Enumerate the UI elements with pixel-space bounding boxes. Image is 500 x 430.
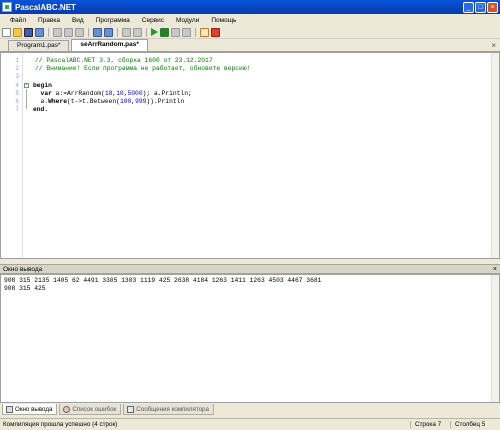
copy-icon[interactable] xyxy=(64,27,73,37)
menu-edit[interactable]: Правка xyxy=(32,17,66,24)
tab-label: Сообщения компилятора xyxy=(136,405,209,413)
status-column: Столбец 5 xyxy=(450,421,490,428)
editor-scrollbar[interactable] xyxy=(491,53,499,258)
run-icon[interactable] xyxy=(151,28,158,36)
redo-icon[interactable] xyxy=(104,27,113,37)
toolbar-separator xyxy=(146,27,147,37)
code-line: // PascalABC.NET 3.3, сборка 1600 от 23.… xyxy=(35,57,213,64)
status-line: Строка 7 xyxy=(410,421,450,428)
output-title: Окно вывода xyxy=(3,265,43,273)
keyword: Where xyxy=(48,98,68,105)
fold-line xyxy=(26,89,27,109)
new-file-icon[interactable] xyxy=(2,27,11,37)
menu-service[interactable]: Сервис xyxy=(136,17,170,24)
tab-compiler-messages[interactable]: Сообщения компилятора xyxy=(123,404,214,415)
toolbar-separator xyxy=(88,27,89,37)
tab-output-window[interactable]: Окно вывода xyxy=(2,404,58,415)
debug-run-icon[interactable] xyxy=(160,27,169,37)
toolbar-separator xyxy=(117,27,118,37)
keyword: var xyxy=(33,90,52,97)
tab-searrrandom[interactable]: seArrRandom.pas* xyxy=(71,39,148,51)
save-icon[interactable] xyxy=(24,27,33,37)
menu-file[interactable]: Файл xyxy=(4,17,32,24)
error-icon xyxy=(63,405,71,413)
paste-icon[interactable] xyxy=(75,27,84,37)
toolbar-separator xyxy=(48,27,49,37)
undo-icon[interactable] xyxy=(93,27,102,37)
tab-program1[interactable]: Program1.pas* xyxy=(8,40,70,51)
code-token: (t->t.Between( xyxy=(67,98,120,105)
status-bar: Компиляция прошла успешно (4 строк) Стро… xyxy=(0,418,500,430)
output-header: Окно вывода × xyxy=(0,264,500,274)
code-line: end. xyxy=(33,106,49,113)
number-literal: 100 xyxy=(119,98,132,105)
tab-error-list[interactable]: Список ошибок xyxy=(59,404,122,415)
output-window-toggle-icon[interactable] xyxy=(200,27,209,37)
code-token: a:=ArrRandom( xyxy=(51,90,105,97)
toolbar-separator xyxy=(195,27,196,37)
output-line: 908 315 2135 1405 62 4491 3305 1303 1119… xyxy=(4,277,322,284)
close-tab-icon[interactable]: × xyxy=(491,41,496,50)
code-editor[interactable]: 1 2 3 4 5 6 7 - // PascalABC.NET 3.3, сб… xyxy=(0,52,500,259)
message-icon xyxy=(127,405,135,413)
fold-toggle-icon[interactable]: - xyxy=(24,83,29,88)
close-window-button[interactable]: × xyxy=(487,1,498,13)
line-number-gutter: 1 2 3 4 5 6 7 xyxy=(1,53,23,258)
line-number: 5 xyxy=(15,90,19,97)
tab-label: Окно вывода xyxy=(15,405,53,413)
code-token: a. xyxy=(33,98,49,105)
line-number: 2 xyxy=(15,65,19,72)
menu-modules[interactable]: Модули xyxy=(170,17,205,24)
code-token: )).Println xyxy=(146,98,185,105)
window-controls: _ □ × xyxy=(463,1,498,13)
close-output-icon[interactable]: × xyxy=(493,266,497,273)
save-all-icon[interactable] xyxy=(35,27,44,37)
number-literal: 999 xyxy=(135,98,147,105)
toolbar xyxy=(0,26,500,39)
code-line: // Внимание! Если программа не работает,… xyxy=(35,65,251,72)
number-literal: 10 xyxy=(116,90,124,97)
menu-help[interactable]: Помощь xyxy=(205,17,242,24)
code-line: a.Where(t->t.Between(100,999)).Println xyxy=(33,98,185,105)
window-title: PascalABC.NET xyxy=(15,2,76,12)
title-bar: PascalABC.NET _ □ × xyxy=(0,0,500,14)
line-number: 1 xyxy=(15,57,19,64)
file-tabs: Program1.pas* seArrRandom.pas* × xyxy=(0,39,500,52)
line-number: 4 xyxy=(15,82,19,89)
cut-icon[interactable] xyxy=(53,27,62,37)
compile-icon[interactable] xyxy=(133,27,142,37)
output-icon xyxy=(6,405,13,413)
menu-view[interactable]: Вид xyxy=(66,17,90,24)
line-number: 7 xyxy=(15,106,19,113)
tab-label: Список ошибок xyxy=(72,405,117,413)
menu-bar: Файл Правка Вид Программа Сервис Модули … xyxy=(0,14,500,26)
status-message: Компиляция прошла успешно (4 строк) xyxy=(3,421,118,428)
code-token: ); a.Println; xyxy=(142,90,192,97)
app-icon xyxy=(2,2,12,12)
line-number: 3 xyxy=(15,73,19,80)
maximize-button[interactable]: □ xyxy=(475,1,486,13)
minimize-button[interactable]: _ xyxy=(463,1,474,13)
bottom-panel-tabs: Окно вывода Список ошибок Сообщения комп… xyxy=(0,404,500,417)
output-scrollbar[interactable] xyxy=(491,275,499,402)
step-into-icon[interactable] xyxy=(171,27,180,37)
stop-icon[interactable] xyxy=(211,27,220,37)
step-over-icon[interactable] xyxy=(182,27,191,37)
code-line: begin xyxy=(33,82,52,89)
open-file-icon[interactable] xyxy=(13,27,22,37)
output-window[interactable]: 908 315 2135 1405 62 4491 3305 1303 1119… xyxy=(0,274,500,403)
number-literal: 5000 xyxy=(127,90,143,97)
menu-program[interactable]: Программа xyxy=(90,17,136,24)
output-line: 908 315 425 xyxy=(4,285,46,292)
code-line: var a:=ArrRandom(18,10,5000); a.Println; xyxy=(33,90,192,97)
format-code-icon[interactable] xyxy=(122,27,131,37)
line-number: 6 xyxy=(15,98,19,105)
